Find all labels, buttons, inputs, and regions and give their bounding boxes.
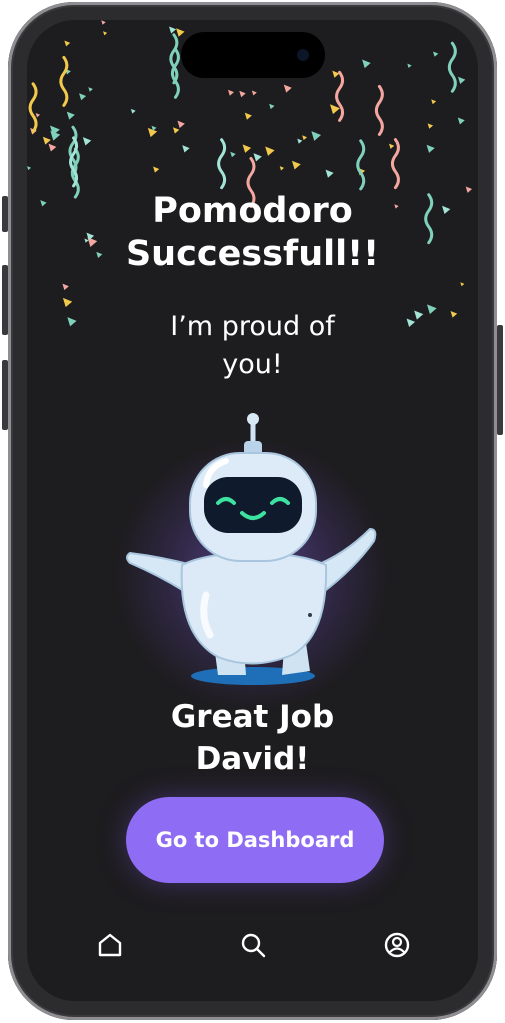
robot-mascot-illustration <box>126 413 377 685</box>
confetti-piece <box>302 135 308 141</box>
confetti-piece <box>457 117 465 125</box>
go-to-dashboard-button[interactable]: Go to Dashboard <box>126 797 384 883</box>
nav-profile[interactable] <box>377 925 417 965</box>
dynamic-island <box>181 32 325 78</box>
confetti-piece <box>35 112 41 118</box>
confetti-piece <box>253 153 262 162</box>
confetti-piece <box>42 136 51 145</box>
volume-down-button <box>2 360 8 430</box>
confetti-piece <box>458 76 466 85</box>
confetti-piece <box>27 166 32 171</box>
confetti-streamer <box>447 41 457 93</box>
volume-up-button <box>2 265 8 335</box>
confetti-piece <box>244 112 252 120</box>
subtitle-line-2: you! <box>222 349 283 380</box>
confetti-streamer <box>356 139 366 191</box>
confetti-streamer <box>59 55 69 107</box>
confetti-piece <box>62 283 69 291</box>
confetti-streamer <box>217 138 227 190</box>
confetti-piece <box>147 127 158 138</box>
power-button <box>497 325 503 435</box>
confetti-streamer <box>390 138 400 190</box>
action-button <box>2 196 8 232</box>
confetti-piece <box>103 31 108 36</box>
headline-line-2: Successfull!! <box>125 234 380 274</box>
confetti-piece <box>230 151 236 158</box>
profile-icon <box>384 932 410 958</box>
confetti-piece <box>176 28 185 37</box>
confetti-piece <box>227 89 234 96</box>
confetti-streamer <box>374 84 384 136</box>
bottom-nav <box>27 925 478 975</box>
confetti-piece <box>432 51 439 57</box>
confetti-piece <box>407 63 412 68</box>
congrats-line-1: Great Job <box>170 699 335 735</box>
confetti-piece <box>431 99 437 105</box>
subtitle-line-1: I’m proud of <box>170 311 335 342</box>
confetti-piece <box>169 26 177 34</box>
confetti-piece <box>66 111 75 120</box>
confetti-piece <box>311 131 322 141</box>
nav-home[interactable] <box>90 925 130 965</box>
confetti-streamer <box>335 70 345 122</box>
confetti-piece <box>64 40 71 47</box>
confetti-piece <box>62 297 73 308</box>
confetti-piece <box>279 166 285 171</box>
confetti-piece <box>242 144 252 153</box>
confetti-piece <box>460 282 465 287</box>
confetti-piece <box>172 127 180 134</box>
confetti-piece <box>239 90 246 98</box>
confetti-piece <box>325 169 334 178</box>
confetti-piece <box>269 103 275 110</box>
congrats-line-2: David! <box>195 741 310 777</box>
confetti-piece <box>153 166 160 173</box>
headline-line-1: Pomodoro <box>152 191 353 231</box>
search-icon <box>241 933 266 958</box>
confetti-piece <box>297 138 303 144</box>
confetti-piece <box>265 146 275 156</box>
confetti-piece <box>426 144 435 153</box>
home-icon <box>98 933 122 957</box>
confetti-piece <box>291 160 301 170</box>
app-screen: Pomodoro Successfull!! I’m proud of you!… <box>27 20 478 1001</box>
front-camera <box>297 49 309 61</box>
confetti-piece <box>82 137 92 146</box>
confetti-piece <box>101 20 106 25</box>
confetti-piece <box>330 104 340 115</box>
confetti-piece <box>182 145 190 153</box>
confetti-piece <box>251 90 257 96</box>
confetti-piece <box>48 143 57 152</box>
confetti-piece <box>283 84 292 93</box>
confetti-piece <box>427 123 434 129</box>
confetti-piece <box>130 108 136 114</box>
confetti-piece <box>79 93 87 101</box>
confetti-piece <box>388 143 395 149</box>
confetti-piece <box>88 87 93 92</box>
confetti-streamer <box>28 82 38 134</box>
nav-search[interactable] <box>233 925 273 965</box>
confetti-piece <box>362 59 371 69</box>
confetti-piece <box>177 120 185 129</box>
